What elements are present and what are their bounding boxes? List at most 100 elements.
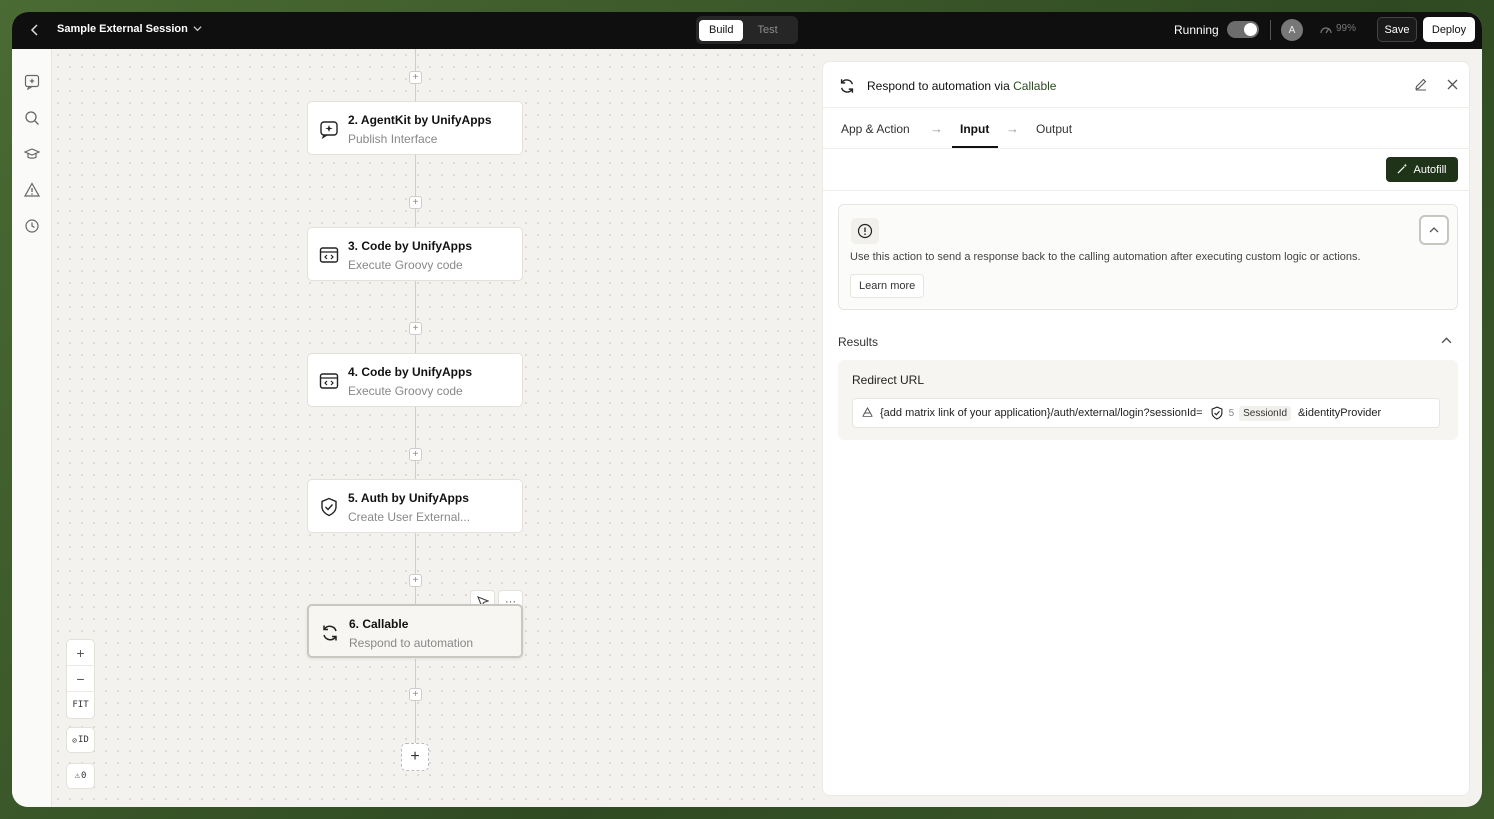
- back-icon[interactable]: [26, 21, 44, 39]
- warning-icon[interactable]: [23, 181, 41, 199]
- redirect-url-label: Redirect URL: [852, 373, 925, 387]
- running-switch[interactable]: [1227, 21, 1259, 38]
- workflow-node-auth[interactable]: 5. Auth by UnifyApps Create User Externa…: [307, 479, 523, 533]
- node-subtitle: Publish Interface: [348, 132, 438, 146]
- panel-title-prefix: Respond to automation via: [867, 79, 1010, 93]
- zoom-in-button[interactable]: +: [67, 640, 94, 666]
- build-tab[interactable]: Build: [699, 19, 744, 41]
- refresh-icon: [320, 623, 340, 643]
- magic-wand-icon: [1397, 162, 1408, 177]
- tab-input[interactable]: Input: [960, 122, 989, 136]
- autofill-button[interactable]: Autofill: [1386, 157, 1458, 182]
- connector-line: [415, 155, 416, 227]
- performance-gauge[interactable]: 99%: [1320, 23, 1356, 34]
- tab-app-action[interactable]: App & Action: [841, 122, 910, 136]
- warning-icon: ⚠: [74, 771, 80, 781]
- session-id-token[interactable]: 5 SessionId: [1210, 405, 1292, 421]
- eye-off-icon: ⊘: [72, 735, 77, 745]
- close-icon[interactable]: [1444, 76, 1460, 92]
- zoom-controls: + − FIT: [66, 639, 95, 719]
- node-subtitle: Respond to automation: [349, 636, 474, 650]
- panel-title-accent: Callable: [1013, 79, 1057, 93]
- node-title: 6. Callable: [349, 617, 409, 631]
- node-title: 4. Code by UnifyApps: [348, 365, 473, 379]
- code-icon: [319, 245, 339, 265]
- sparkle-chat-icon[interactable]: [23, 73, 41, 91]
- insert-step-button[interactable]: +: [409, 688, 422, 701]
- connector-line: [415, 659, 416, 745]
- tab-output[interactable]: Output: [1036, 122, 1072, 136]
- redirect-url-input[interactable]: {add matrix link of your application}/au…: [852, 398, 1440, 428]
- text-type-icon: [862, 406, 873, 420]
- info-description: Use this action to send a response back …: [850, 251, 1361, 263]
- deploy-button[interactable]: Deploy: [1423, 17, 1475, 42]
- app-window: Sample External Session Build Test Runni…: [12, 12, 1482, 807]
- panel-header: Respond to automation via Callable: [823, 62, 1469, 108]
- workflow-node-code-2[interactable]: 4. Code by UnifyApps Execute Groovy code: [307, 353, 523, 407]
- divider: [823, 190, 1469, 191]
- agentkit-icon: [319, 119, 339, 140]
- results-label: Results: [838, 335, 879, 349]
- connector-line: [415, 281, 416, 353]
- step-config-panel: Respond to automation via Callable App &…: [822, 61, 1470, 796]
- node-subtitle: Execute Groovy code: [348, 258, 463, 272]
- id-toggle-button[interactable]: ⊘ ID: [66, 727, 95, 753]
- top-bar: Sample External Session Build Test Runni…: [12, 12, 1482, 49]
- node-title: 3. Code by UnifyApps: [348, 239, 473, 253]
- zoom-out-button[interactable]: −: [67, 666, 94, 692]
- info-icon: [851, 218, 879, 244]
- connector-line: [415, 407, 416, 479]
- step-tabs: App & Action → Input → Output: [823, 108, 1469, 149]
- info-card: Use this action to send a response back …: [838, 204, 1458, 310]
- insert-step-button[interactable]: +: [409, 196, 422, 209]
- arrow-right-icon: →: [1006, 121, 1019, 136]
- insert-step-button[interactable]: +: [409, 71, 422, 84]
- chevron-up-icon[interactable]: [1441, 335, 1452, 349]
- chevron-down-icon: [193, 24, 202, 35]
- warnings-count: 0: [81, 771, 87, 781]
- code-icon: [319, 371, 339, 391]
- warnings-button[interactable]: ⚠ 0: [66, 763, 95, 789]
- token-step-number: 5: [1228, 407, 1235, 419]
- arrow-right-icon: →: [930, 121, 943, 136]
- node-subtitle: Create User External...: [348, 510, 471, 524]
- add-step-button[interactable]: +: [401, 743, 429, 771]
- learn-more-button[interactable]: Learn more: [850, 274, 925, 298]
- workflow-node-callable[interactable]: 6. Callable Respond to automation: [307, 604, 523, 658]
- node-title: 5. Auth by UnifyApps: [348, 491, 469, 505]
- insert-step-button[interactable]: +: [409, 574, 422, 587]
- edit-icon[interactable]: [1414, 77, 1430, 93]
- shield-icon: [1211, 406, 1223, 420]
- panel-title: Respond to automation via Callable: [867, 79, 1056, 93]
- save-button[interactable]: Save: [1377, 17, 1417, 42]
- active-tab-indicator: [952, 146, 998, 148]
- connector-line: [415, 533, 416, 605]
- test-tab[interactable]: Test: [747, 20, 787, 41]
- workflow-node-code-1[interactable]: 3. Code by UnifyApps Execute Groovy code: [307, 227, 523, 281]
- token-label: SessionId: [1239, 405, 1292, 421]
- redirect-url-suffix: &identityProvider: [1298, 407, 1382, 419]
- mode-toggle: Build Test: [696, 16, 798, 44]
- workflow-canvas[interactable]: + + + + + + 2. AgentKit by UnifyApps Pub…: [52, 49, 822, 807]
- switch-knob: [1244, 23, 1257, 36]
- avatar[interactable]: A: [1281, 19, 1303, 41]
- search-icon[interactable]: [23, 109, 41, 127]
- node-title: 2. AgentKit by UnifyApps: [348, 113, 492, 127]
- autofill-label: Autofill: [1413, 163, 1447, 176]
- id-toggle-label: ID: [77, 735, 89, 745]
- history-icon[interactable]: [23, 217, 41, 235]
- fit-button[interactable]: FIT: [67, 692, 94, 718]
- session-title-dropdown[interactable]: Sample External Session: [57, 23, 202, 35]
- divider: [1270, 20, 1271, 40]
- left-rail: [12, 49, 52, 807]
- workflow-node-agentkit[interactable]: 2. AgentKit by UnifyApps Publish Interfa…: [307, 101, 523, 155]
- graduation-cap-icon[interactable]: [23, 145, 41, 163]
- insert-step-button[interactable]: +: [409, 448, 422, 461]
- shield-icon: [319, 497, 339, 517]
- node-subtitle: Execute Groovy code: [348, 384, 463, 398]
- running-label: Running: [1174, 23, 1219, 37]
- collapse-info-button[interactable]: [1419, 215, 1449, 245]
- chevron-up-icon: [1429, 227, 1439, 233]
- refresh-icon: [838, 77, 856, 95]
- insert-step-button[interactable]: +: [409, 322, 422, 335]
